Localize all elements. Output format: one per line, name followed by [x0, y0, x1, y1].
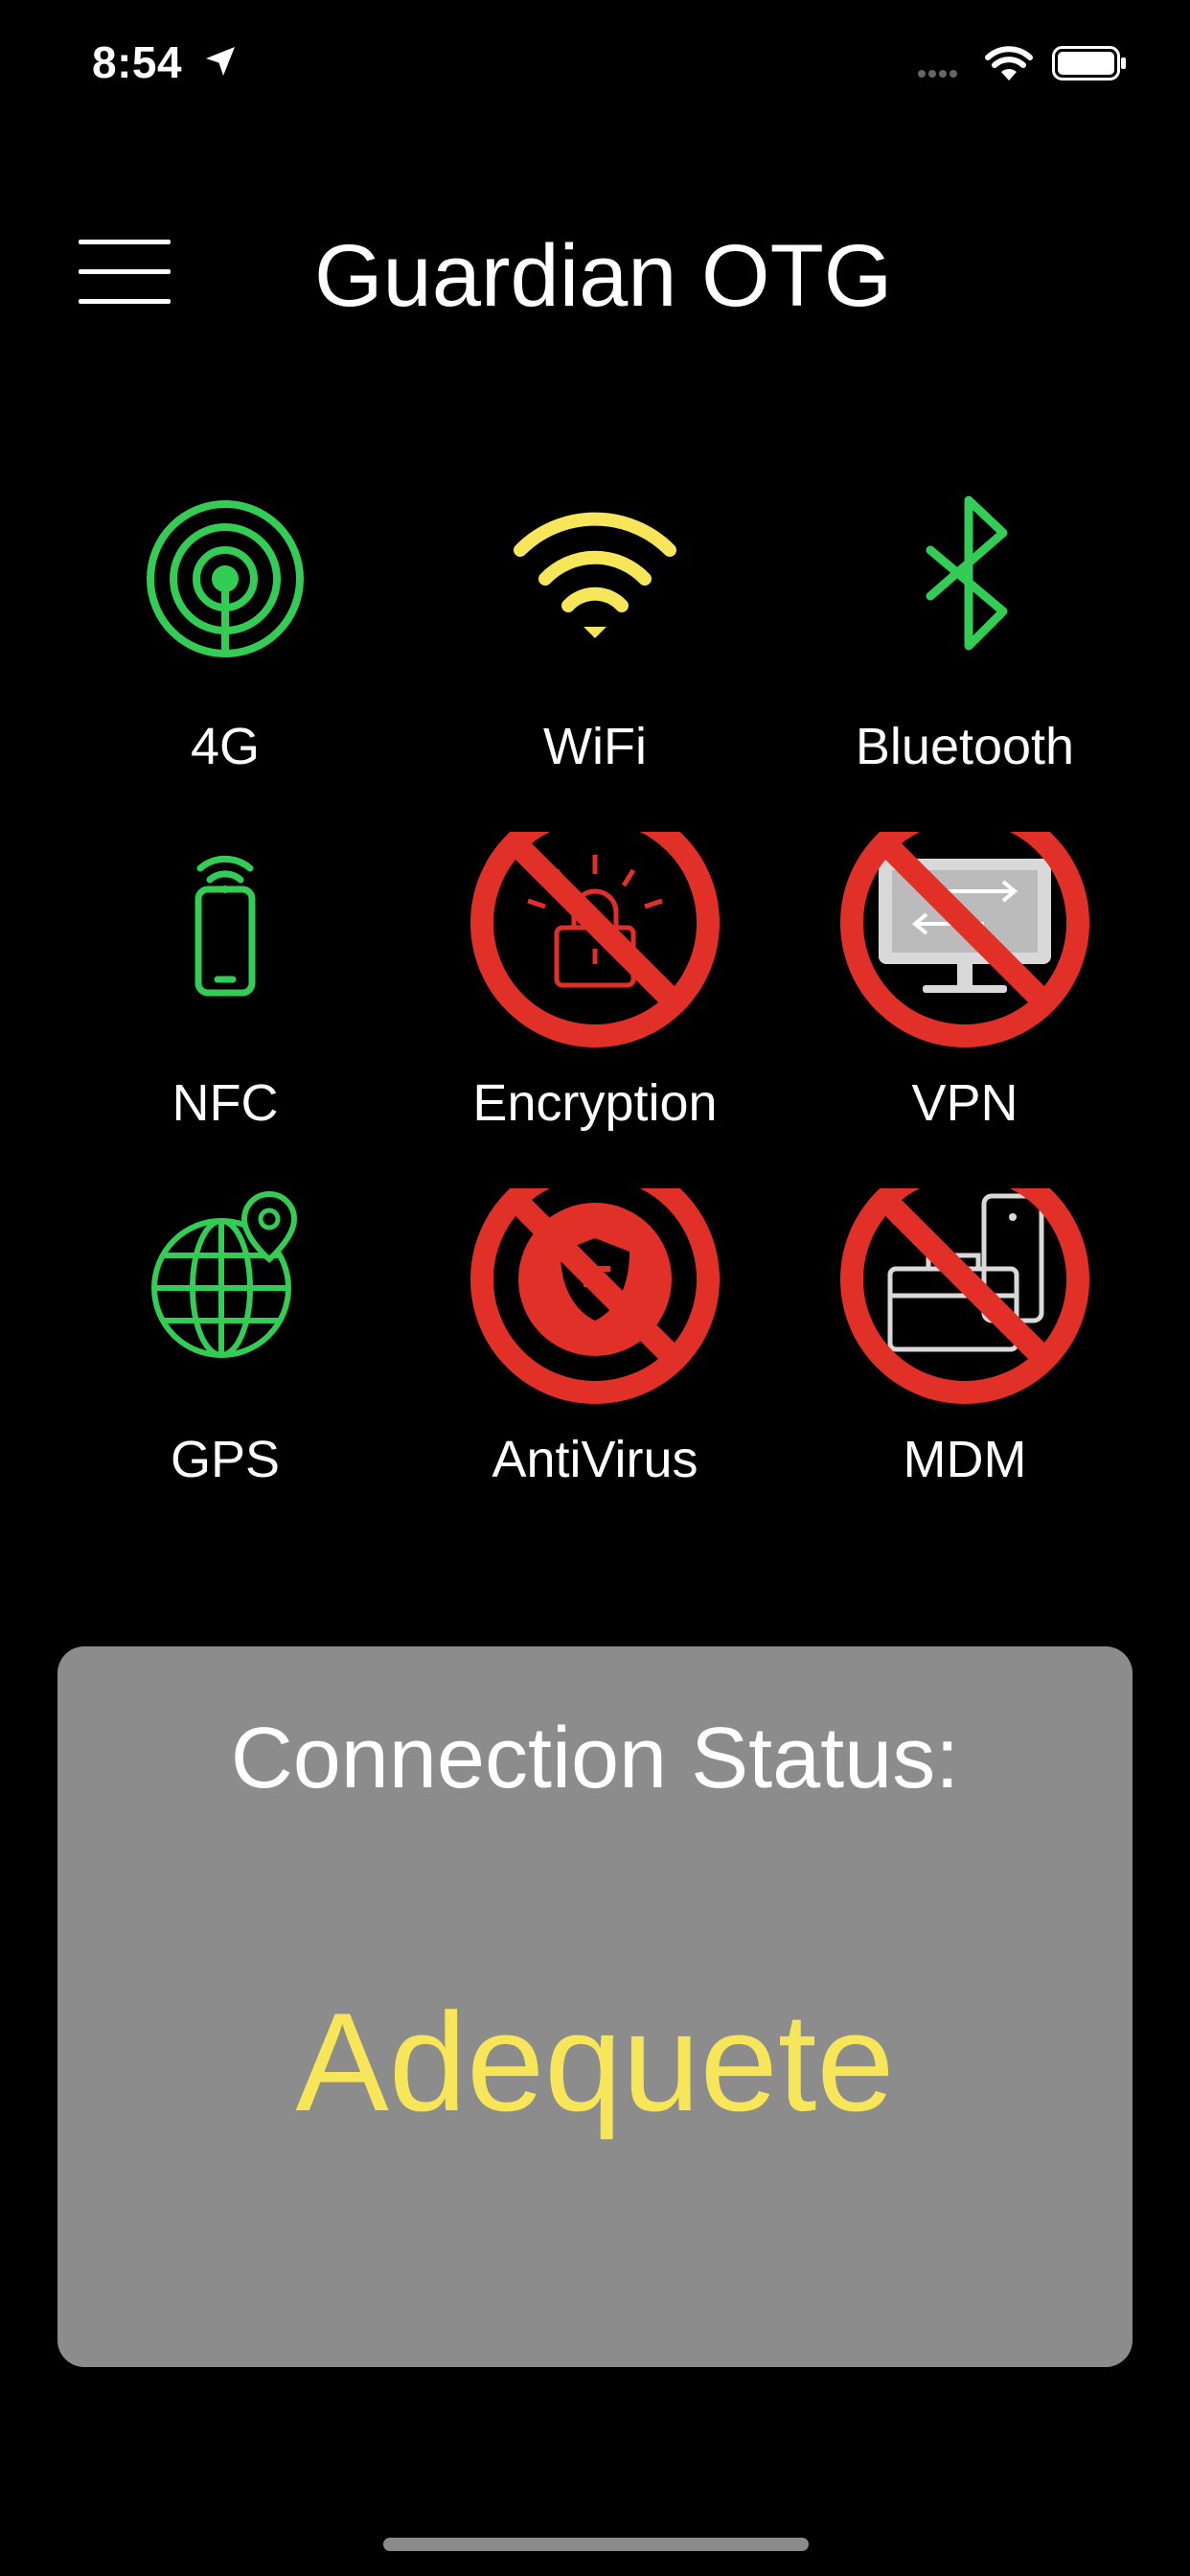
feature-tile-wifi[interactable]: WiFi	[410, 475, 780, 801]
battery-icon	[1052, 46, 1126, 80]
feature-label: Encryption	[472, 1074, 718, 1132]
status-time: 8:54	[92, 37, 183, 87]
location-arrow-icon	[206, 47, 235, 76]
mdm-briefcase-icon	[840, 1188, 1089, 1404]
feature-tile-antivirus[interactable]: AntiVirus	[410, 1188, 780, 1514]
nfc-phone-icon	[195, 855, 256, 997]
feature-tile-gps[interactable]: GPS	[40, 1188, 410, 1514]
feature-tile-vpn[interactable]: VPN	[780, 832, 1150, 1158]
feature-label: MDM	[903, 1431, 1027, 1488]
cellular-signal-icon	[918, 65, 960, 82]
vpn-monitor-icon	[840, 832, 1089, 1047]
feature-label: VPN	[911, 1074, 1018, 1132]
feature-tile-bluetooth[interactable]: Bluetooth	[780, 475, 1150, 801]
feature-label: GPS	[170, 1431, 281, 1488]
feature-tile-encryption[interactable]: Encryption	[410, 832, 780, 1158]
antivirus-shield-icon	[470, 1188, 720, 1404]
bluetooth-icon	[926, 495, 1008, 651]
cellular-tower-icon	[147, 500, 304, 657]
app-title: Guardian OTG	[314, 227, 893, 325]
feature-label: Bluetooth	[855, 718, 1075, 775]
feature-label: 4G	[190, 718, 261, 775]
app-header: Guardian OTG	[0, 192, 1190, 355]
feature-tile-nfc[interactable]: NFC	[40, 832, 410, 1158]
encryption-lock-icon	[470, 832, 720, 1047]
home-indicator[interactable]	[383, 2538, 809, 2551]
wifi-icon	[514, 512, 676, 638]
feature-tile-4g[interactable]: 4G	[40, 475, 410, 801]
feature-label: AntiVirus	[492, 1431, 698, 1488]
gps-globe-icon	[151, 1190, 298, 1358]
wifi-status-icon	[985, 46, 1033, 80]
connection-status-heading: Connection Status:	[230, 1711, 960, 1806]
feature-label: WiFi	[543, 718, 647, 775]
connection-status-card: Connection Status: Adequete	[57, 1646, 1133, 2367]
feature-label: NFC	[172, 1074, 279, 1132]
menu-button[interactable]	[79, 240, 172, 307]
feature-tile-mdm[interactable]: MDM	[780, 1188, 1150, 1514]
connection-status-value: Adequete	[295, 1984, 895, 2140]
status-bar: 8:54	[0, 0, 1190, 126]
